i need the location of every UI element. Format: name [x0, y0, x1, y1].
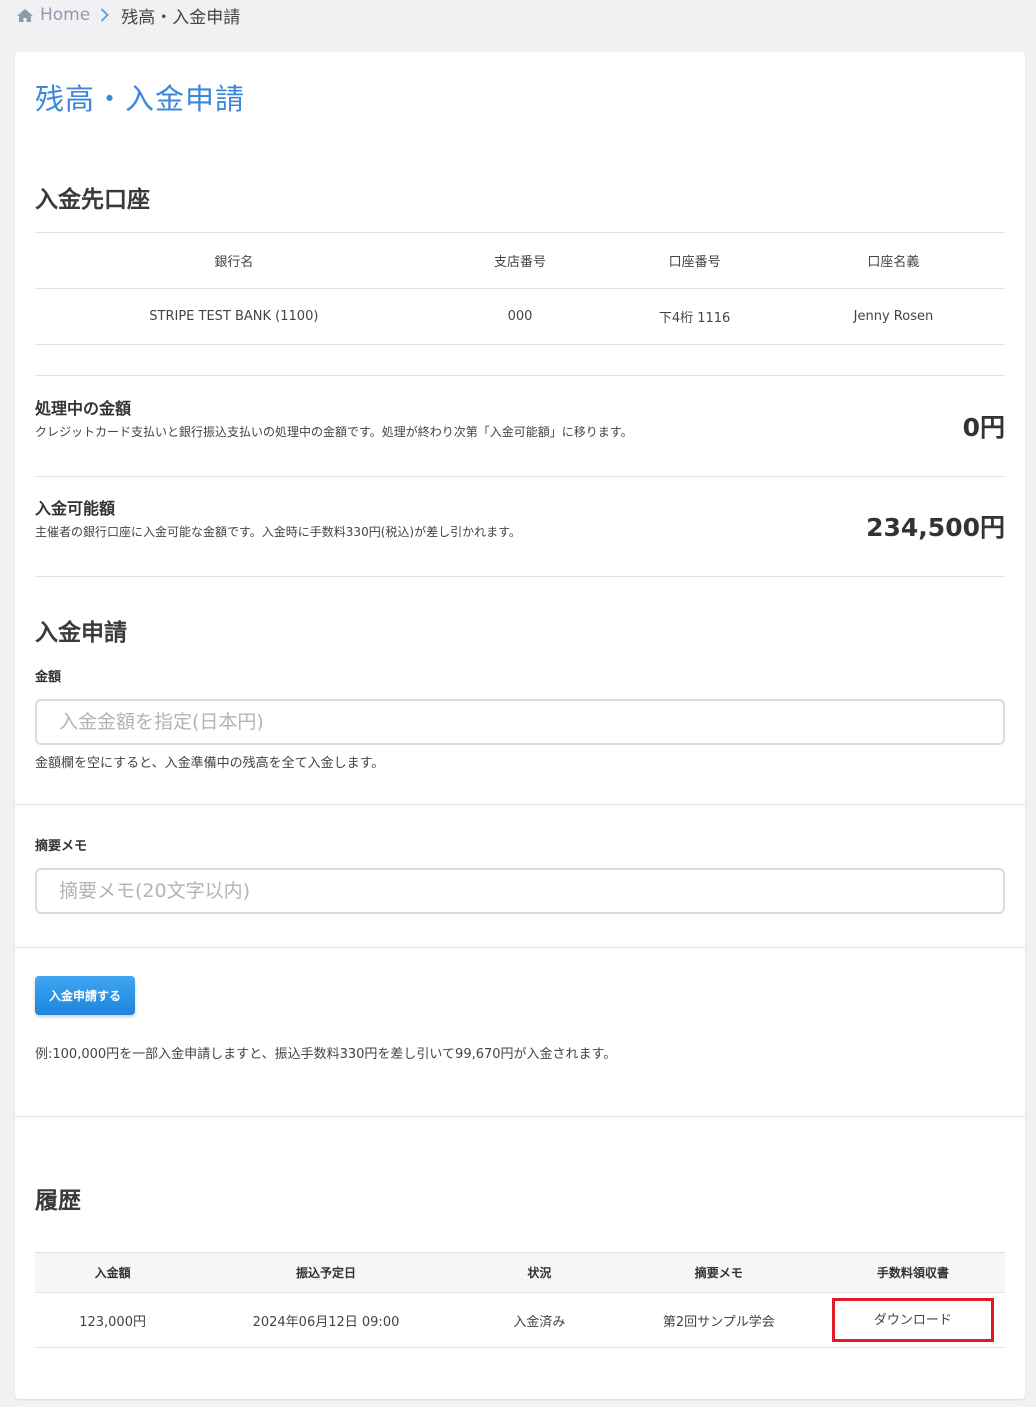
column-header-status: 状況	[461, 1252, 617, 1293]
processing-amount: 0円	[962, 413, 1005, 442]
processing-label: 処理中の金額	[35, 399, 132, 418]
divider	[35, 375, 1005, 376]
breadcrumb: Home 残高・入金申請	[16, 4, 241, 28]
column-header-amount: 入金額	[35, 1252, 191, 1293]
chevron-right-icon	[100, 8, 109, 22]
available-amount: 234,500円	[866, 513, 1005, 542]
available-description: 主催者の銀行口座に入金可能な金額です。入金時に手数料330円(税込)が差し引かれ…	[35, 525, 521, 539]
deposit-account-table: 銀行名 支店番号 口座番号 口座名義 STRIPE TEST BANK (110…	[35, 232, 1005, 345]
processing-description: クレジットカード支払いと銀行振込支払いの処理中の金額です。処理が終わり次第「入金…	[35, 425, 633, 439]
home-icon	[17, 8, 33, 22]
divider	[15, 804, 1025, 805]
history-status-cell: 入金済み	[461, 1292, 617, 1348]
history-title: 履歴	[35, 1188, 81, 1214]
divider	[15, 947, 1025, 948]
example-text: 例:100,000円を一部入金申請しますと、振込手数料330円を差し引いて99,…	[35, 1047, 617, 1062]
amount-label: 金額	[35, 670, 62, 685]
breadcrumb-current: 残高・入金申請	[121, 7, 241, 28]
deposit-account-title: 入金先口座	[35, 187, 150, 213]
column-header-account-number: 口座番号	[668, 255, 721, 270]
history-amount-cell: 123,000円	[35, 1292, 191, 1348]
column-header-transfer-date: 振込予定日	[190, 1252, 462, 1293]
amount-help-text: 金額欄を空にすると、入金準備中の残高を全て入金します。	[35, 756, 385, 771]
column-header-receipt: 手数料領収書	[820, 1252, 1005, 1293]
column-header-memo: 摘要メモ	[616, 1252, 821, 1293]
breadcrumb-home-label: Home	[40, 5, 91, 25]
account-number-cell: 下4桁 1116	[658, 311, 731, 326]
history-date-cell: 2024年06月12日 09:00	[190, 1292, 462, 1348]
account-holder-cell: Jenny Rosen	[853, 309, 934, 324]
branch-number-cell: 000	[507, 309, 533, 324]
request-title: 入金申請	[35, 620, 127, 646]
page-title: 残高・入金申請	[35, 82, 246, 116]
memo-input[interactable]	[35, 868, 1005, 914]
table-row: STRIPE TEST BANK (1100) 000 下4桁 1116 Jen…	[35, 289, 1005, 345]
available-label: 入金可能額	[35, 499, 116, 518]
column-header-bank: 銀行名	[214, 255, 254, 270]
receipt-download-link[interactable]: ダウンロード	[831, 1298, 994, 1342]
divider	[35, 576, 1005, 577]
table-header-row: 入金額 振込予定日 状況 摘要メモ 手数料領収書	[35, 1252, 1005, 1293]
breadcrumb-home-link[interactable]: Home	[16, 5, 90, 25]
column-header-branch: 支店番号	[493, 255, 546, 270]
memo-label: 摘要メモ	[35, 839, 88, 854]
submit-deposit-request-button[interactable]: 入金申請する	[35, 976, 135, 1015]
history-receipt-cell: ダウンロード	[820, 1292, 1005, 1348]
table-header-row: 銀行名 支店番号 口座番号 口座名義	[35, 232, 1005, 289]
divider	[35, 476, 1005, 477]
history-memo-cell: 第2回サンプル学会	[616, 1292, 821, 1348]
column-header-account-holder: 口座名義	[867, 255, 920, 270]
amount-input[interactable]	[35, 699, 1005, 745]
bank-name-cell: STRIPE TEST BANK (1100)	[149, 309, 319, 324]
main-card: 残高・入金申請 入金先口座 銀行名 支店番号 口座番号 口座名義 STRIPE …	[15, 52, 1025, 1399]
divider	[15, 1116, 1025, 1117]
history-table: 入金額 振込予定日 状況 摘要メモ 手数料領収書 123,000円 2024年0…	[35, 1252, 1005, 1348]
table-row: 123,000円 2024年06月12日 09:00 入金済み 第2回サンプル学…	[35, 1292, 1005, 1348]
